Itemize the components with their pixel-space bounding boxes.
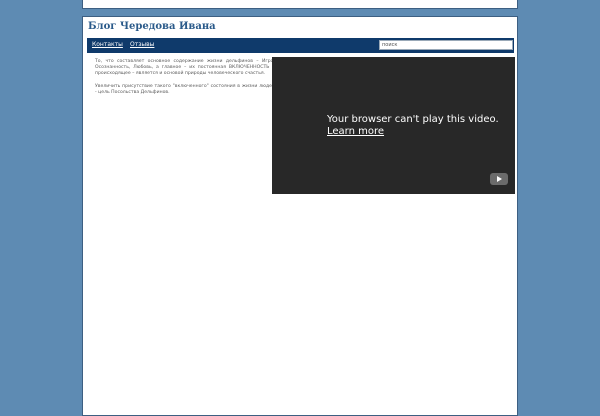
video-error-message: Your browser can't play this video. Lear…	[327, 114, 499, 138]
nav-link-reviews[interactable]: Отзывы	[130, 41, 154, 48]
video-error-text: Your browser can't play this video.	[327, 114, 499, 125]
nav-bar: Контакты Отзывы	[87, 38, 514, 53]
learn-more-link[interactable]: Learn more	[327, 126, 499, 138]
page-container: Блог Чередова Ивана Контакты Отзывы То, …	[82, 16, 518, 416]
search-input[interactable]	[379, 40, 513, 50]
article-content: То, что составляет основное содержание ж…	[95, 59, 275, 102]
blog-title: Блог Чередова Ивана	[88, 21, 216, 32]
video-player[interactable]: Your browser can't play this video. Lear…	[272, 57, 515, 194]
article-paragraph-2: Увеличить присутствие такого "включенног…	[95, 83, 275, 95]
youtube-play-icon[interactable]	[490, 173, 508, 185]
article-paragraph-1: То, что составляет основное содержание ж…	[95, 59, 275, 77]
top-strip	[82, 0, 518, 9]
nav-link-contacts[interactable]: Контакты	[92, 41, 123, 48]
